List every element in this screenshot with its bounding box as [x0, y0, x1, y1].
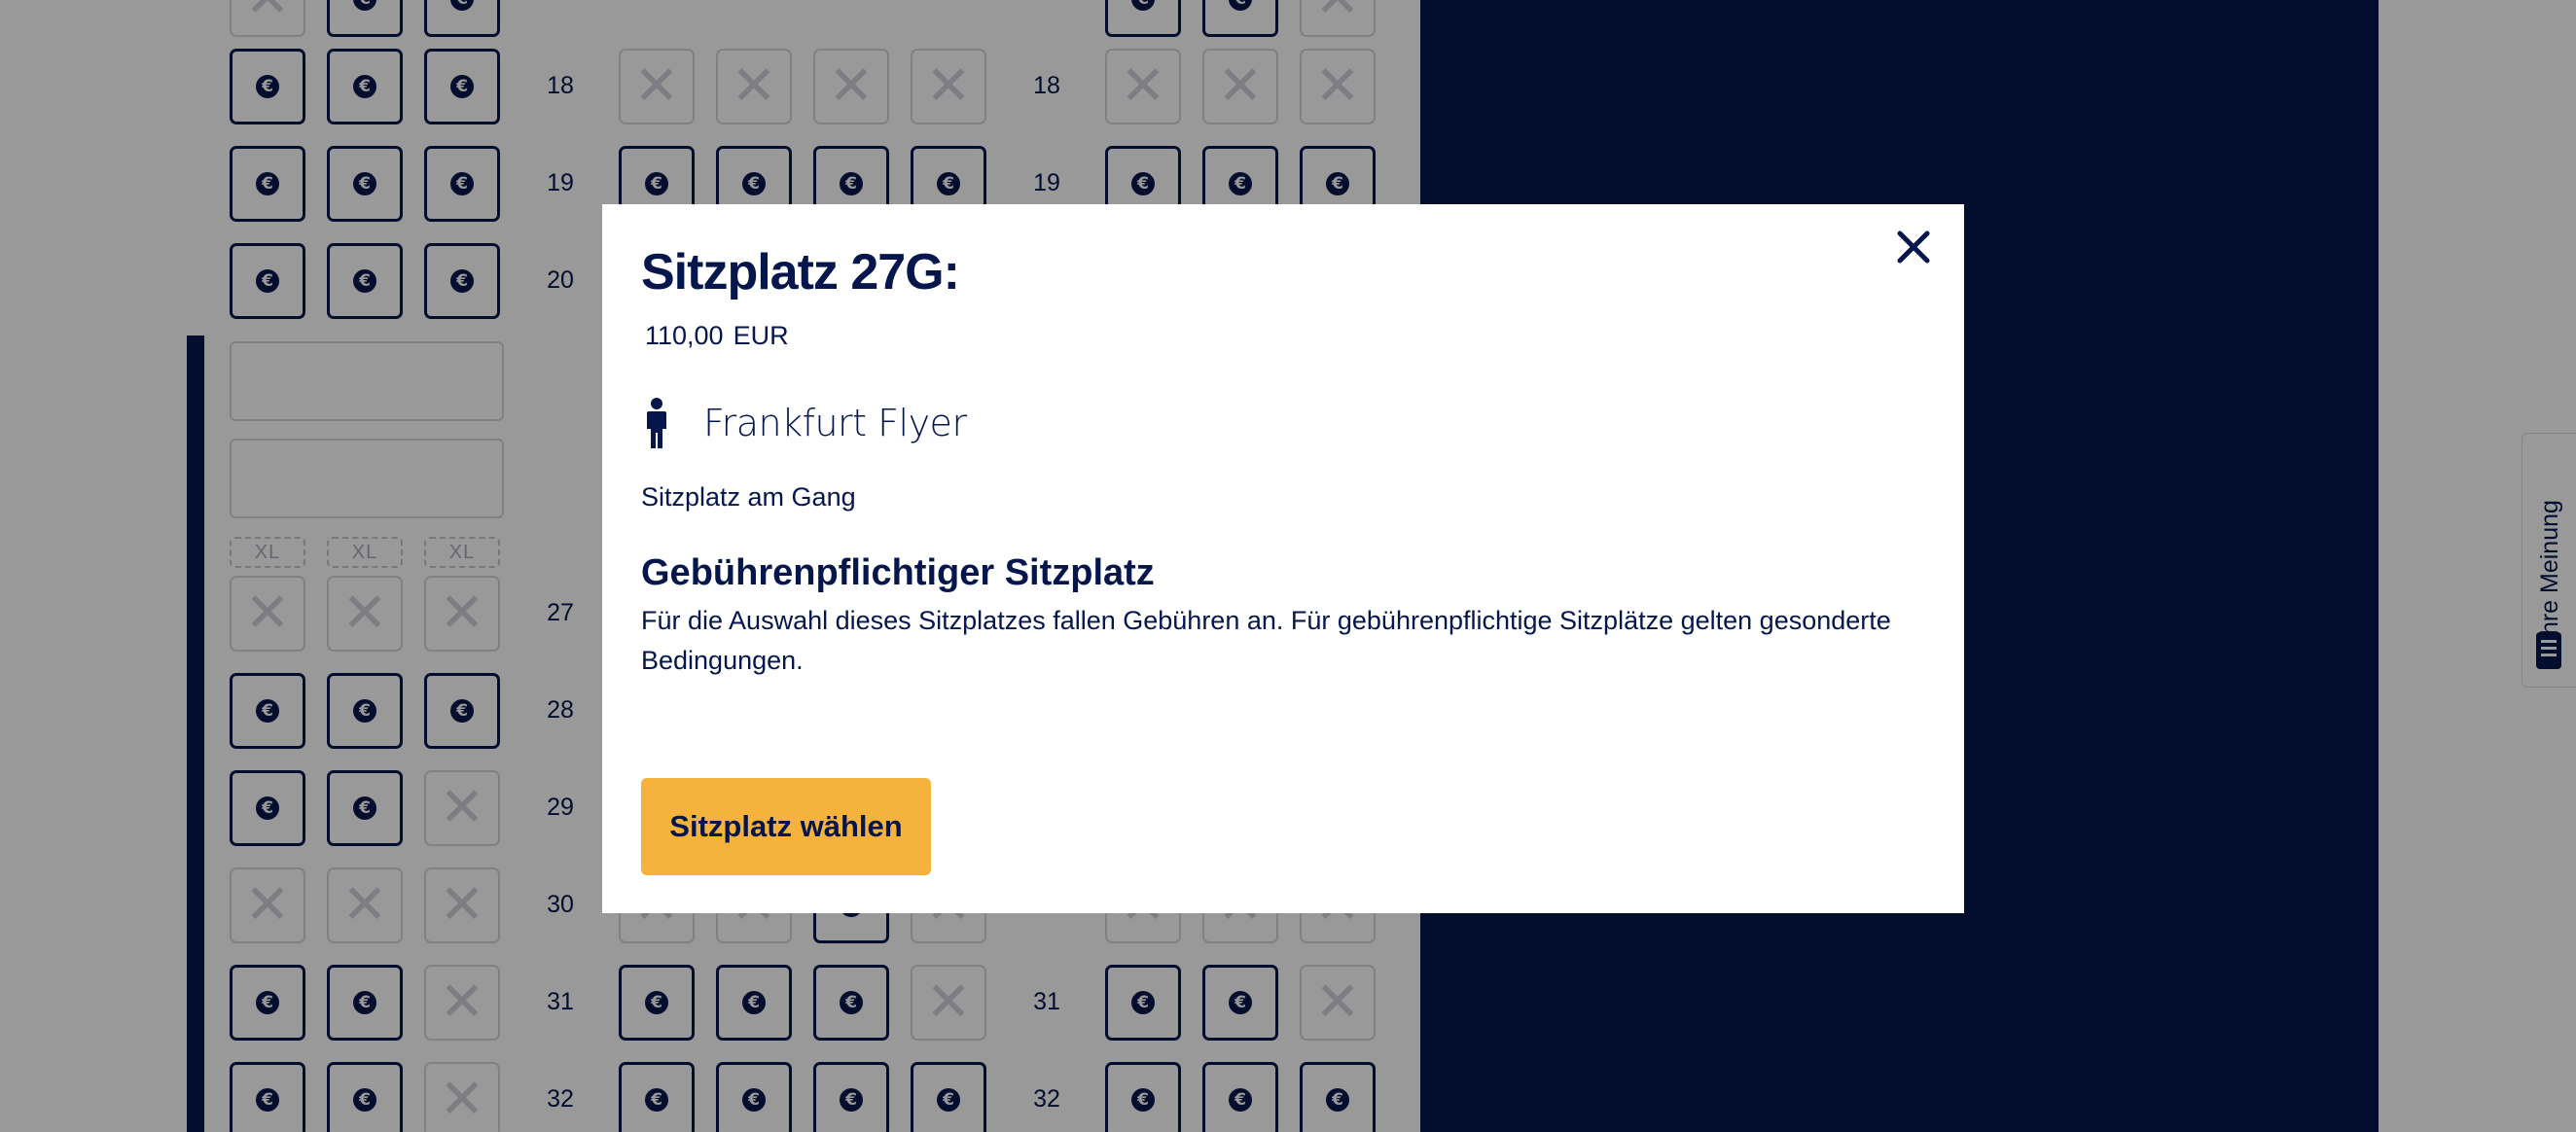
price-amount: 110,00	[645, 321, 724, 350]
passenger-name: Frankfurt Flyer	[703, 402, 967, 444]
close-icon[interactable]	[1892, 226, 1935, 268]
fee-description: Für die Auswahl dieses Sitzplatzes falle…	[641, 606, 1891, 675]
price-currency: EUR	[733, 321, 789, 350]
select-seat-button[interactable]: Sitzplatz wählen	[641, 778, 931, 875]
seat-detail-dialog: Sitzplatz 27G: 110,00 EUR Frankfurt Flyer…	[602, 204, 1964, 913]
passenger-row: Frankfurt Flyer	[641, 394, 967, 452]
seat-type-label: Sitzplatz am Gang	[641, 482, 856, 512]
dialog-title: Sitzplatz 27G:	[641, 244, 960, 301]
person-icon	[647, 398, 666, 448]
seat-map-page: €€€✕✕✕✕✕✕✕€€€€€€€€€€€€€✕✕✕€€€€€✕✕✕✕✕✕€✕✕…	[0, 0, 2576, 1132]
fee-heading: Gebührenpflichtiger Sitzplatz	[641, 552, 1155, 593]
seat-price: 110,00 EUR	[645, 321, 789, 351]
